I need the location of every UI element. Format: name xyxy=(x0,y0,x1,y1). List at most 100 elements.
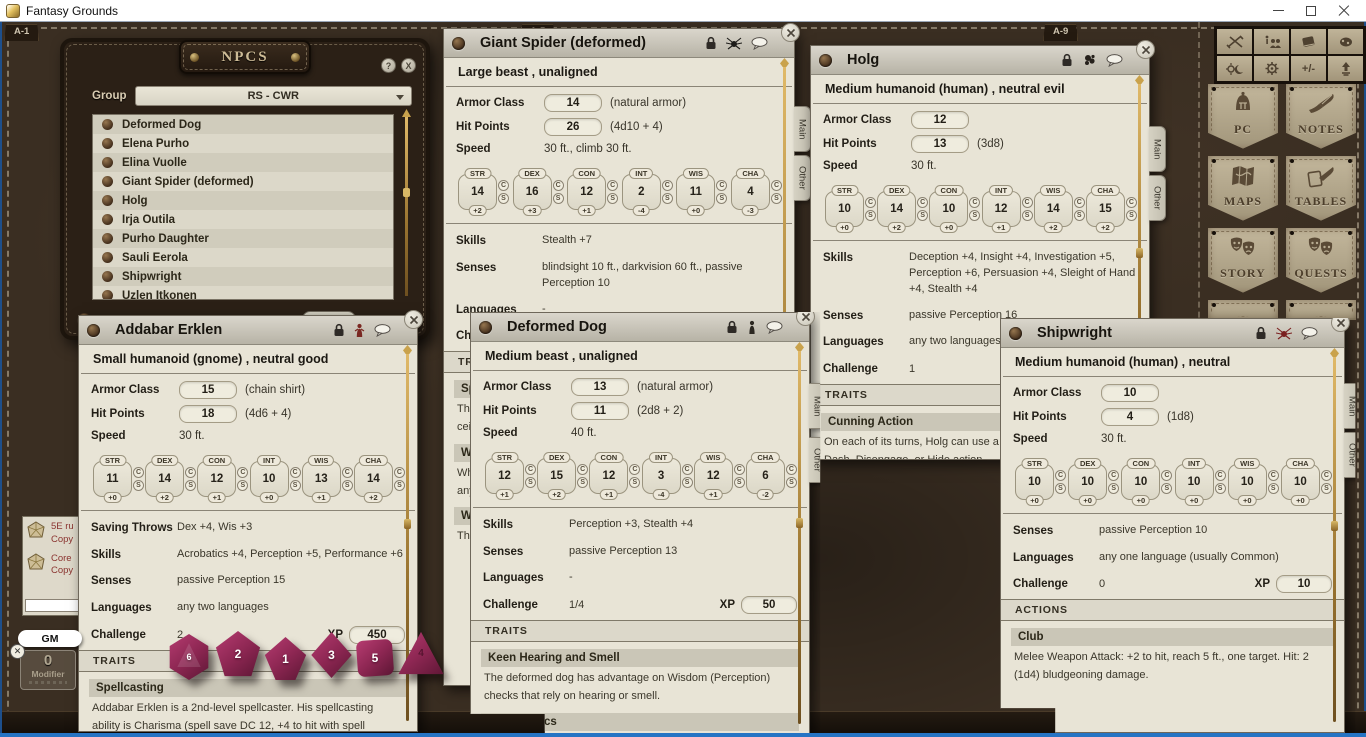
ability-score-box[interactable]: CON 12 +1 xyxy=(197,461,236,497)
check-roll-button[interactable]: C xyxy=(342,467,353,478)
check-roll-button[interactable]: C xyxy=(662,180,673,191)
check-roll-button[interactable]: C xyxy=(498,180,509,191)
save-roll-button[interactable]: S xyxy=(865,210,876,221)
save-roll-button[interactable]: S xyxy=(237,480,248,491)
save-roll-button[interactable]: S xyxy=(577,477,588,488)
save-roll-button[interactable]: S xyxy=(1161,483,1172,494)
ability-score-box[interactable]: DEX 10 +0 xyxy=(1068,464,1107,500)
save-roll-button[interactable]: S xyxy=(394,480,405,491)
hit-points-value[interactable]: 11 xyxy=(571,402,629,420)
os-titlebar[interactable]: Fantasy Grounds xyxy=(0,0,1366,22)
check-roll-button[interactable]: C xyxy=(607,180,618,191)
ability-score-box[interactable]: CHA 6 -2 xyxy=(746,458,785,494)
save-roll-button[interactable]: S xyxy=(553,193,564,204)
npc-list-item[interactable]: Uzlen Itkonen xyxy=(93,286,393,300)
ability-score-box[interactable]: WIS 14 +2 xyxy=(1034,191,1073,227)
scrollbar[interactable] xyxy=(1333,356,1336,722)
save-roll-button[interactable]: S xyxy=(525,477,536,488)
save-roll-button[interactable]: S xyxy=(185,480,196,491)
check-roll-button[interactable]: C xyxy=(1108,470,1119,481)
maximize-icon[interactable] xyxy=(1306,6,1316,16)
sidebar-button-quests[interactable]: QUESTS xyxy=(1286,228,1356,294)
sidebar-button-maps[interactable]: MAPS xyxy=(1208,156,1278,222)
ability-score-box[interactable]: INT 10 +0 xyxy=(1175,464,1214,500)
ability-score-box[interactable]: CHA 15 +2 xyxy=(1086,191,1125,227)
npc-link-icon[interactable] xyxy=(102,290,113,300)
check-roll-button[interactable]: C xyxy=(1268,470,1279,481)
npc-link-icon[interactable] xyxy=(102,138,113,149)
check-roll-button[interactable]: C xyxy=(553,180,564,191)
effects-button[interactable] xyxy=(1328,29,1363,54)
ability-score-box[interactable]: CON 12 +1 xyxy=(589,458,628,494)
ability-score-box[interactable]: CHA 4 -3 xyxy=(731,174,770,210)
minimize-icon[interactable] xyxy=(1273,10,1284,11)
lighting-button[interactable] xyxy=(1217,56,1252,81)
window-header[interactable]: Giant Spider (deformed) xyxy=(444,29,794,58)
ability-score-box[interactable]: DEX 14 +2 xyxy=(145,461,184,497)
save-roll-button[interactable]: S xyxy=(290,480,301,491)
ability-score-box[interactable]: CON 12 +1 xyxy=(567,174,606,210)
save-roll-button[interactable]: S xyxy=(716,193,727,204)
check-roll-button[interactable]: C xyxy=(1321,470,1332,481)
ability-score-box[interactable]: WIS 11 +0 xyxy=(676,174,715,210)
chat-input[interactable] xyxy=(25,599,84,612)
ability-score-box[interactable]: INT 10 +0 xyxy=(250,461,289,497)
npcs-window-title-plaque[interactable]: NPCS xyxy=(179,40,311,74)
lock-icon[interactable] xyxy=(705,36,717,50)
check-roll-button[interactable]: C xyxy=(1074,197,1085,208)
xp-value[interactable]: 50 xyxy=(741,596,797,614)
save-roll-button[interactable]: S xyxy=(662,193,673,204)
ability-score-box[interactable]: DEX 16 +3 xyxy=(513,174,552,210)
check-roll-button[interactable]: C xyxy=(865,197,876,208)
save-roll-button[interactable]: S xyxy=(1215,483,1226,494)
check-roll-button[interactable]: C xyxy=(1215,470,1226,481)
close-icon[interactable] xyxy=(781,23,800,42)
window-menu-orb[interactable] xyxy=(1009,327,1022,340)
ability-score-box[interactable]: INT 3 -4 xyxy=(642,458,681,494)
save-roll-button[interactable]: S xyxy=(1126,210,1137,221)
ability-score-box[interactable]: DEX 14 +2 xyxy=(877,191,916,227)
check-roll-button[interactable]: C xyxy=(394,467,405,478)
npc-list-item[interactable]: Giant Spider (deformed) xyxy=(93,172,393,191)
check-roll-button[interactable]: C xyxy=(1161,470,1172,481)
lock-icon[interactable] xyxy=(333,323,345,337)
check-roll-button[interactable]: C xyxy=(290,467,301,478)
group-dropdown[interactable]: RS - CWR xyxy=(135,86,413,106)
check-roll-button[interactable]: C xyxy=(133,467,144,478)
npc-link-icon[interactable] xyxy=(102,157,113,168)
sidebar-button-tables[interactable]: TABLES xyxy=(1286,156,1356,222)
check-roll-button[interactable]: C xyxy=(771,180,782,191)
save-roll-button[interactable]: S xyxy=(1108,483,1119,494)
ability-score-box[interactable]: WIS 13 +1 xyxy=(302,461,341,497)
check-roll-button[interactable]: C xyxy=(629,464,640,475)
ability-score-box[interactable]: STR 10 +0 xyxy=(825,191,864,227)
npc-list-item[interactable]: Elena Purho xyxy=(93,134,393,153)
ability-score-box[interactable]: CON 10 +0 xyxy=(1121,464,1160,500)
help-button[interactable]: ? xyxy=(381,58,396,73)
check-roll-button[interactable]: C xyxy=(734,464,745,475)
die-d10[interactable]: 1 xyxy=(264,637,307,680)
save-roll-button[interactable]: S xyxy=(607,193,618,204)
spider-token-icon[interactable] xyxy=(726,37,742,50)
npcs-close-button[interactable]: X xyxy=(401,58,416,73)
npc-link-icon[interactable] xyxy=(102,233,113,244)
scrollbar[interactable] xyxy=(798,350,801,724)
armor-class-value[interactable]: 10 xyxy=(1101,384,1159,402)
npc-link-icon[interactable] xyxy=(102,195,113,206)
creature-token-icon[interactable] xyxy=(354,323,365,338)
ability-score-box[interactable]: INT 2 -4 xyxy=(622,174,661,210)
window-header[interactable]: Addabar Erklen xyxy=(79,316,417,345)
window-menu-orb[interactable] xyxy=(479,321,492,334)
ability-score-box[interactable]: STR 12 +1 xyxy=(485,458,524,494)
window-header[interactable]: Holg xyxy=(811,46,1149,75)
npc-list-item[interactable]: Deformed Dog xyxy=(93,115,393,134)
creature-token-icon[interactable] xyxy=(1082,53,1097,67)
save-roll-button[interactable]: S xyxy=(629,477,640,488)
npc-link-icon[interactable] xyxy=(102,214,113,225)
tab-other[interactable]: Other xyxy=(794,155,811,201)
npc-link-icon[interactable] xyxy=(102,271,113,282)
save-roll-button[interactable]: S xyxy=(1055,483,1066,494)
npc-list-item[interactable]: Shipwright xyxy=(93,267,393,286)
check-roll-button[interactable]: C xyxy=(917,197,928,208)
check-roll-button[interactable]: C xyxy=(969,197,980,208)
